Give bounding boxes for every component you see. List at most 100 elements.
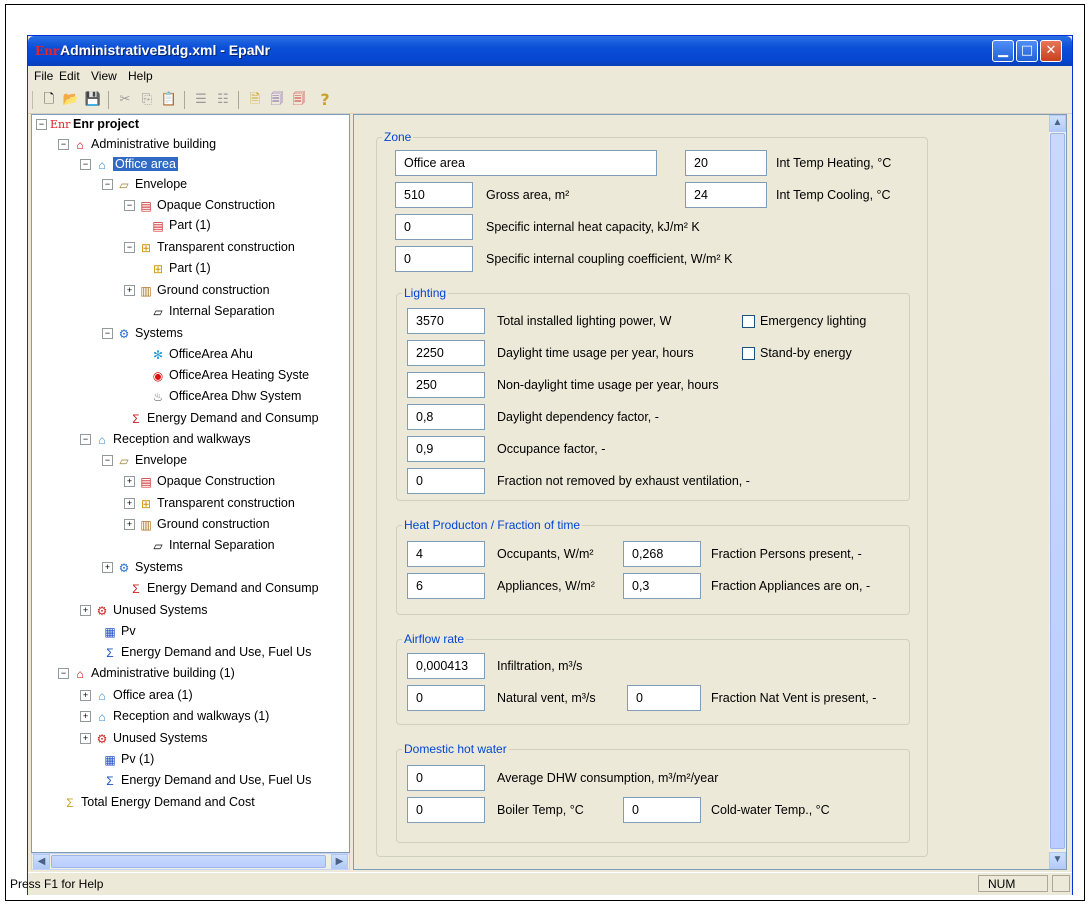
tree-horizontal-scrollbar[interactable]: ◀ ▶	[31, 853, 350, 870]
expand-icon[interactable]: +	[124, 519, 135, 531]
panel-vertical-scrollbar[interactable]: ▲ ▼	[1049, 115, 1066, 869]
gross-area-input[interactable]: 510	[395, 182, 473, 208]
expand-icon[interactable]: +	[80, 690, 91, 702]
tree-node-internal-separation[interactable]: ▱ Internal Separation	[150, 302, 274, 320]
cut-icon[interactable]: ✂	[116, 91, 134, 109]
collapse-icon[interactable]: −	[36, 119, 47, 131]
tree-node-part[interactable]: ⊞ Part (1)	[150, 259, 211, 277]
tree-node-energy[interactable]: Σ Energy Demand and Consump	[128, 409, 318, 427]
minimize-button[interactable]: ▁	[992, 40, 1014, 62]
expand-icon[interactable]: +	[80, 711, 91, 723]
lighting-power-input[interactable]: 3570	[407, 308, 485, 334]
tree-node-opaque[interactable]: − ▤ Opaque Construction	[124, 196, 275, 214]
natural-vent-input[interactable]: 0	[407, 685, 485, 711]
tree-node-ground[interactable]: + ▥ Ground construction	[124, 281, 270, 299]
save-icon[interactable]: 💾	[84, 91, 102, 109]
coupling-coefficient-input[interactable]: 0	[395, 246, 473, 272]
collapse-icon[interactable]: −	[58, 668, 69, 680]
appliances-input[interactable]: 6	[407, 573, 485, 599]
occupance-factor-input[interactable]: 0,9	[407, 436, 485, 462]
tree-node-root[interactable]: − Enr Enr project	[36, 115, 139, 133]
scroll-right-icon[interactable]: ▶	[331, 854, 348, 869]
tree-node-part[interactable]: ▤ Part (1)	[150, 216, 210, 234]
expand-icon[interactable]: +	[102, 562, 113, 574]
collapse-icon[interactable]: −	[80, 434, 91, 446]
fraction-appliances-input[interactable]: 0,3	[623, 573, 701, 599]
tree-node-pv[interactable]: ▦ Pv (1)	[102, 750, 154, 768]
tree-node-total[interactable]: Σ Total Energy Demand and Cost	[62, 793, 254, 811]
emergency-lighting-checkbox[interactable]	[742, 315, 755, 328]
int-temp-heating-input[interactable]: 20	[685, 150, 767, 176]
fraction-nat-vent-input[interactable]: 0	[627, 685, 701, 711]
collapse-icon[interactable]: −	[58, 139, 69, 151]
menu-help[interactable]: Help	[128, 69, 153, 83]
collapse-icon[interactable]: −	[102, 455, 113, 467]
doc-export-icon[interactable]: 🗐	[268, 91, 286, 109]
collapse-icon[interactable]: −	[102, 328, 113, 340]
tree-node-building[interactable]: − ⌂ Administrative building (1)	[58, 664, 235, 682]
open-folder-icon[interactable]: 📂	[62, 91, 80, 109]
tree-node-energy-use[interactable]: Σ Energy Demand and Use, Fuel Us	[102, 771, 311, 789]
collapse-icon[interactable]: −	[80, 159, 91, 171]
tree-node-reception[interactable]: − ⌂ Reception and walkways	[80, 430, 251, 448]
fraction-persons-input[interactable]: 0,268	[623, 541, 701, 567]
scroll-thumb[interactable]	[1050, 133, 1065, 849]
tree-node-systems[interactable]: − ⚙ Systems	[102, 324, 183, 342]
tree-alt-icon[interactable]: ☷	[214, 91, 232, 109]
tree-node-transparent[interactable]: − ⊞ Transparent construction	[124, 238, 295, 256]
occupants-input[interactable]: 4	[407, 541, 485, 567]
close-button[interactable]: ✕	[1040, 40, 1062, 62]
boiler-temp-input[interactable]: 0	[407, 797, 485, 823]
title-bar[interactable]: Enr AdministrativeBldg.xml - EpaNr ▁ □ ✕	[28, 36, 1072, 66]
tree-node-systems[interactable]: + ⚙ Systems	[102, 558, 183, 576]
fraction-exhaust-input[interactable]: 0	[407, 468, 485, 494]
dhw-consumption-input[interactable]: 0	[407, 765, 485, 791]
cold-water-temp-input[interactable]: 0	[623, 797, 701, 823]
expand-icon[interactable]: +	[124, 285, 135, 297]
collapse-icon[interactable]: −	[124, 242, 135, 254]
daylight-factor-input[interactable]: 0,8	[407, 404, 485, 430]
copy-icon[interactable]: ⎘	[138, 91, 156, 109]
expand-icon[interactable]: +	[80, 733, 91, 745]
rbs-export-icon[interactable]: 🗐	[290, 91, 308, 109]
tree-node-envelope[interactable]: − ▱ Envelope	[102, 175, 187, 193]
scroll-thumb[interactable]	[51, 855, 326, 868]
menu-file[interactable]: File	[34, 69, 53, 83]
int-temp-cooling-input[interactable]: 24	[685, 182, 767, 208]
standby-energy-checkbox[interactable]	[742, 347, 755, 360]
tree-node-office-area[interactable]: + ⌂ Office area (1)	[80, 686, 193, 704]
scroll-down-icon[interactable]: ▼	[1049, 852, 1066, 869]
menu-view[interactable]: View	[91, 69, 117, 83]
tree-node-unused-systems[interactable]: + ⚙ Unused Systems	[80, 601, 207, 619]
infiltration-input[interactable]: 0,000413	[407, 653, 485, 679]
heat-capacity-input[interactable]: 0	[395, 214, 473, 240]
paste-icon[interactable]: 📋	[160, 91, 178, 109]
resize-grip-icon[interactable]	[1052, 875, 1070, 892]
new-file-icon[interactable]: 🗋	[40, 91, 58, 109]
expand-icon[interactable]: +	[80, 605, 91, 617]
collapse-icon[interactable]: −	[102, 179, 113, 191]
tree-node-unused-systems[interactable]: + ⚙ Unused Systems	[80, 729, 207, 747]
tree-node-building[interactable]: − ⌂ Administrative building	[58, 135, 216, 153]
tree-node-pv[interactable]: ▦ Pv	[102, 622, 135, 640]
expand-icon[interactable]: +	[124, 476, 135, 488]
tree-node-opaque[interactable]: + ▤ Opaque Construction	[124, 472, 275, 490]
tree-node-envelope[interactable]: − ▱ Envelope	[102, 451, 187, 469]
tree-node-ground[interactable]: + ▥ Ground construction	[124, 515, 270, 533]
tree-node-energy[interactable]: Σ Energy Demand and Consump	[128, 579, 318, 597]
tree-node-ahu[interactable]: ✻ OfficeArea Ahu	[150, 345, 253, 363]
tree-node-reception[interactable]: + ⌂ Reception and walkways (1)	[80, 707, 269, 725]
tree-icon[interactable]: ☰	[192, 91, 210, 109]
zone-name-input[interactable]: Office area	[395, 150, 657, 176]
tree-node-heating[interactable]: ◉ OfficeArea Heating Syste	[150, 366, 309, 384]
scroll-left-icon[interactable]: ◀	[33, 854, 50, 869]
collapse-icon[interactable]: −	[124, 200, 135, 212]
tree-node-office-area[interactable]: − ⌂ Office area	[80, 155, 178, 173]
tree-node-internal-separation[interactable]: ▱ Internal Separation	[150, 536, 274, 554]
tree-node-energy-use[interactable]: Σ Energy Demand and Use, Fuel Us	[102, 643, 311, 661]
daylight-hours-input[interactable]: 2250	[407, 340, 485, 366]
nondaylight-hours-input[interactable]: 250	[407, 372, 485, 398]
help-icon[interactable]: ?	[316, 91, 334, 109]
document-icon[interactable]: 🗎	[246, 91, 264, 109]
expand-icon[interactable]: +	[124, 498, 135, 510]
